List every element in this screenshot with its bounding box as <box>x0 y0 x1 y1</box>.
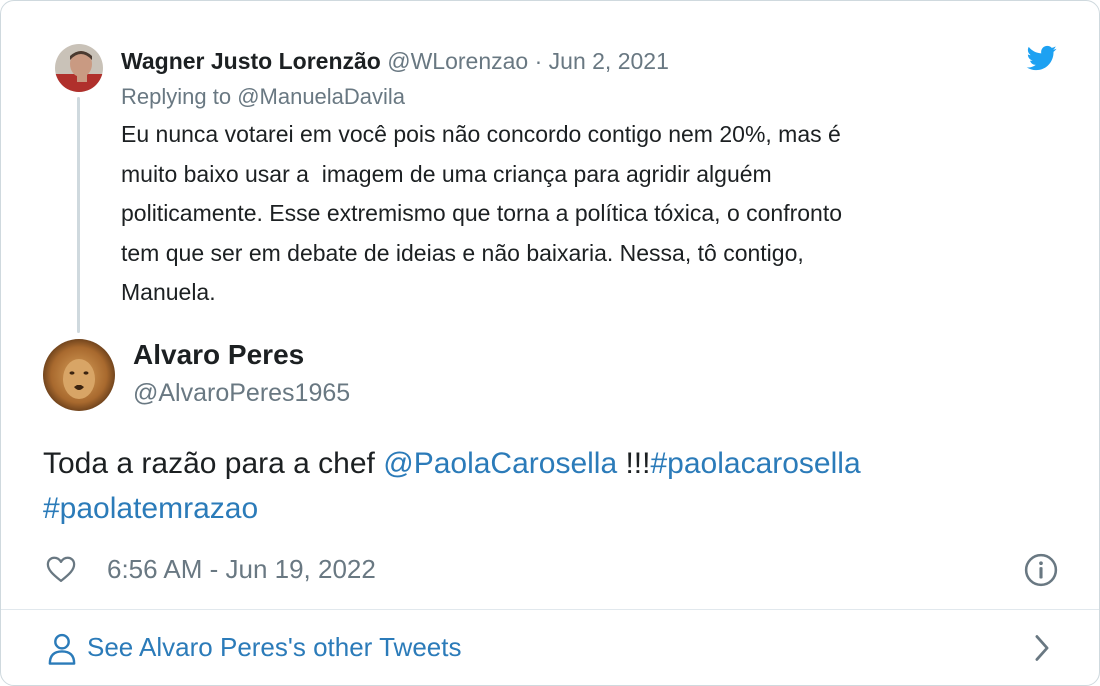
tweet-text: Toda a razão para a chef @PaolaCarosella… <box>43 441 1053 531</box>
thread-connector-line <box>77 97 80 333</box>
tweet-text-middle: !!! <box>617 447 651 480</box>
mention-link[interactable]: @PaolaCarosella <box>383 447 617 480</box>
replying-to-handle[interactable]: @ManuelaDavila <box>237 84 405 109</box>
twitter-bird-icon[interactable] <box>1025 43 1059 73</box>
parent-tweet-header: Wagner Justo Lorenzão @WLorenzao · Jun 2… <box>121 45 669 77</box>
person-icon <box>48 633 76 665</box>
see-other-tweets-link[interactable]: See Alvaro Peres's other Tweets <box>1 610 1099 685</box>
author-avatar[interactable] <box>43 339 115 411</box>
parent-avatar[interactable] <box>55 44 103 92</box>
parent-author-handle[interactable]: @WLorenzao <box>387 48 528 74</box>
embedded-tweet-card: Wagner Justo Lorenzão @WLorenzao · Jun 2… <box>0 0 1100 686</box>
replying-to-prefix: Replying to <box>121 84 238 109</box>
heart-icon[interactable] <box>46 555 76 583</box>
chevron-right-icon[interactable] <box>1032 634 1052 662</box>
hashtag-link[interactable]: #paolatemrazao <box>43 492 258 525</box>
hashtag-link[interactable]: #paolacarosella <box>650 447 860 480</box>
parent-author-name[interactable]: Wagner Justo Lorenzão <box>121 48 381 74</box>
see-other-tweets-label[interactable]: See Alvaro Peres's other Tweets <box>87 632 461 663</box>
tweet-timestamp[interactable]: 6:56 AM - Jun 19, 2022 <box>107 554 376 585</box>
parent-tweet-date[interactable]: Jun 2, 2021 <box>549 48 669 74</box>
author-name[interactable]: Alvaro Peres <box>133 339 304 371</box>
author-handle[interactable]: @AlvaroPeres1965 <box>133 379 350 408</box>
tweet-text-prefix: Toda a razão para a chef <box>43 447 384 480</box>
info-icon[interactable] <box>1024 553 1058 587</box>
separator-dot: · <box>534 48 543 74</box>
replying-to-line: Replying to @ManuelaDavila <box>121 84 405 110</box>
parent-tweet-text: Eu nunca votarei em você pois não concor… <box>121 121 843 305</box>
